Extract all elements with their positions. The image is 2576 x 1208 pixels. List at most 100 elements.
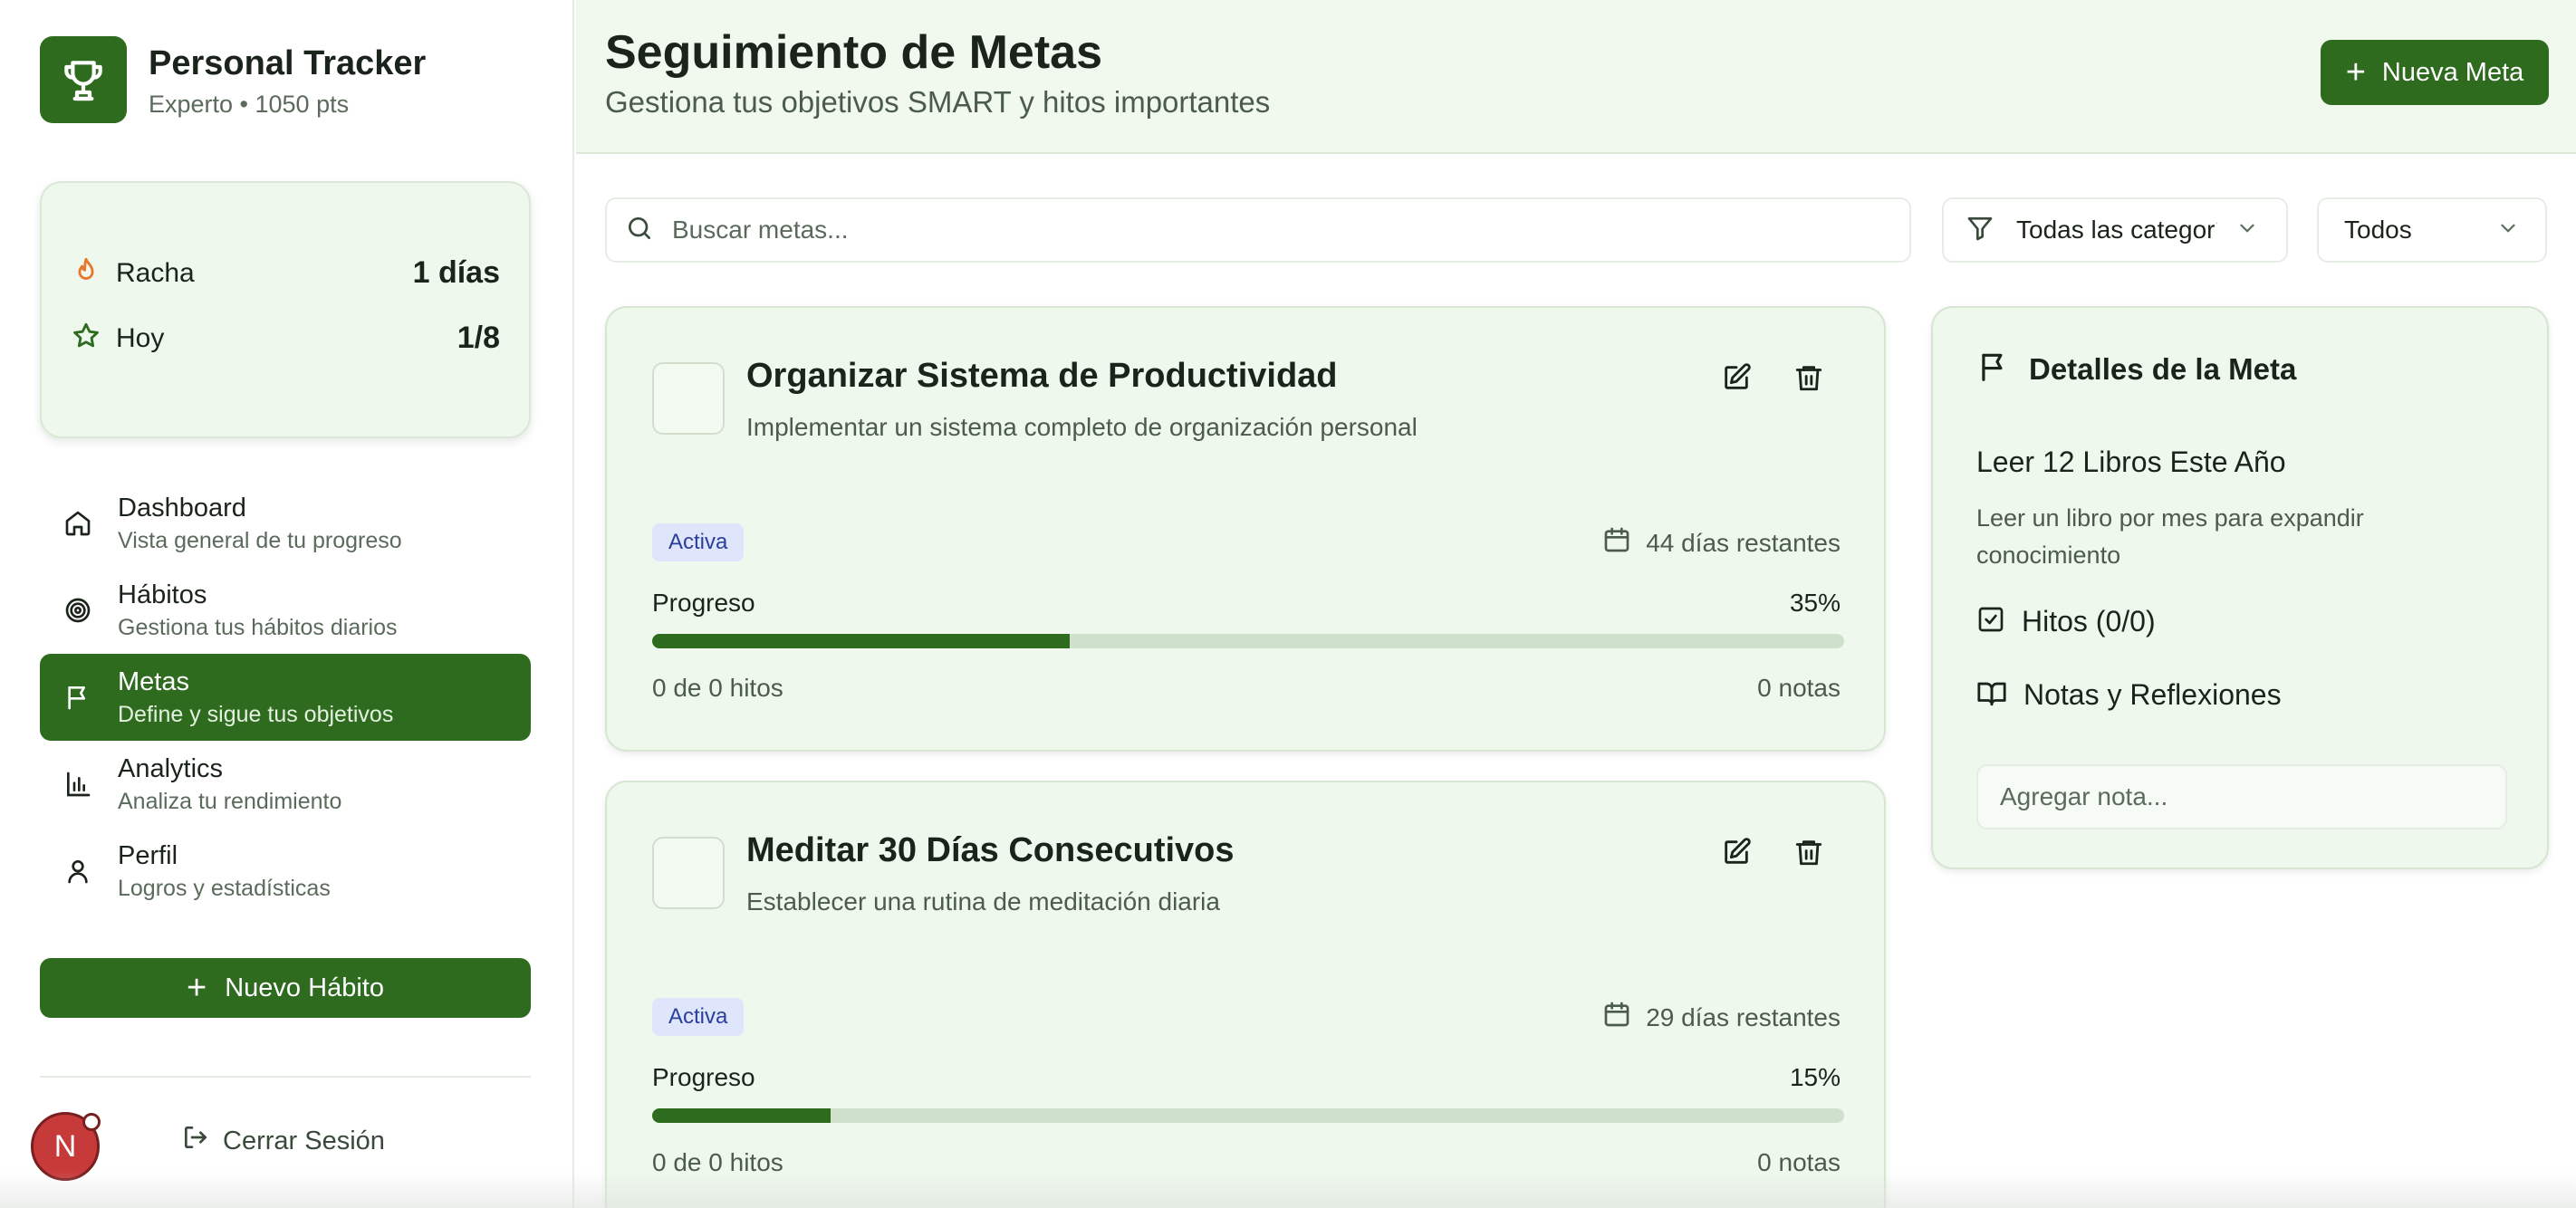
days-left: 29 días restantes: [1646, 1002, 1841, 1031]
target-icon: [60, 592, 96, 628]
edit-icon[interactable]: [1721, 362, 1757, 398]
category-value: Todas las categorías: [2016, 216, 2217, 244]
trash-icon[interactable]: [1793, 362, 1830, 398]
detail-goal-description: Leer un libro por mes para expandir cono…: [1976, 504, 2364, 569]
user-icon: [60, 853, 96, 889]
streak-value: 1 días: [412, 255, 500, 290]
due-date: 44 días restantes: [1602, 525, 1841, 561]
nav-item-goals[interactable]: Metas Define y sigue tus objetivos: [40, 654, 531, 741]
nav-desc: Define y sigue tus objetivos: [118, 702, 394, 727]
nav-desc: Vista general de tu progreso: [118, 528, 402, 553]
status-badge: Activa: [652, 998, 745, 1036]
divider: [40, 1076, 531, 1078]
nav-label: Metas: [118, 667, 189, 696]
avatar[interactable]: N: [31, 1112, 101, 1181]
search-box[interactable]: [605, 197, 1911, 263]
nav-desc: Logros y estadísticas: [118, 876, 331, 901]
progress-fill: [652, 1108, 831, 1123]
milestones-count: 0 de 0 hitos: [652, 1148, 783, 1176]
search-icon: [625, 214, 654, 247]
new-goal-button[interactable]: + Nueva Meta: [2321, 40, 2549, 105]
goal-checkbox[interactable]: [652, 837, 725, 909]
trophy-icon: [40, 36, 127, 123]
notes-label: Notas y Reflexiones: [2023, 678, 2282, 711]
new-habit-label: Nuevo Hábito: [225, 973, 384, 1002]
nav-item-profile[interactable]: Perfil Logros y estadísticas: [40, 828, 531, 915]
progress-bar: [652, 1108, 1844, 1123]
new-habit-button[interactable]: + Nuevo Hábito: [40, 958, 531, 1018]
logout-icon: [181, 1123, 210, 1159]
trash-icon[interactable]: [1793, 837, 1830, 873]
status-dot: [82, 1113, 101, 1131]
milestones-section[interactable]: Hitos (0/0): [1976, 605, 2156, 638]
progress-fill: [652, 634, 1070, 648]
detail-goal-title: Leer 12 Libros Este Año: [1976, 446, 2286, 478]
nav-label: Perfil: [118, 841, 178, 870]
brand: Personal Tracker Experto • 1050 pts: [40, 36, 426, 123]
chevron-down-icon: [2235, 216, 2259, 244]
user-level: Experto • 1050 pts: [149, 90, 350, 118]
milestones-count: 0 de 0 hitos: [652, 674, 783, 702]
calendar-icon: [1602, 525, 1631, 561]
flag-icon: [1976, 350, 2011, 388]
goal-detail-panel: Detalles de la Meta Leer 12 Libros Este …: [1931, 306, 2549, 869]
streak-label: Racha: [116, 257, 195, 288]
notes-count: 0 notas: [1757, 674, 1841, 702]
nav-desc: Analiza tu rendimiento: [118, 789, 342, 814]
today-label: Hoy: [116, 322, 165, 353]
logout-button[interactable]: Cerrar Sesión: [181, 1123, 385, 1159]
bar-chart-icon: [60, 766, 96, 802]
nav-desc: Gestiona tus hábitos diarios: [118, 615, 398, 640]
edit-icon[interactable]: [1721, 837, 1757, 873]
nav-label: Dashboard: [118, 494, 246, 523]
status-select[interactable]: Todos: [2317, 197, 2547, 263]
days-left: 44 días restantes: [1646, 528, 1841, 557]
avatar-initial: N: [53, 1128, 77, 1164]
stats-card: Racha 1 días Hoy 1/8: [40, 181, 531, 438]
goal-description: Establecer una rutina de meditación diar…: [746, 887, 1220, 916]
page-header: Seguimiento de Metas Gestiona tus objeti…: [576, 0, 2576, 154]
calendar-icon: [1602, 1000, 1631, 1035]
nav-label: Analytics: [118, 754, 224, 783]
milestones-label: Hitos (0/0): [2022, 605, 2156, 638]
category-select[interactable]: Todas las categorías: [1942, 197, 2288, 263]
star-icon: [71, 321, 101, 356]
progress-value: 15%: [1789, 1063, 1841, 1091]
goal-checkbox[interactable]: [652, 362, 725, 435]
notes-count: 0 notas: [1757, 1148, 1841, 1176]
progress-label: Progreso: [652, 1063, 755, 1091]
progress-value: 35%: [1789, 589, 1841, 617]
goal-card[interactable]: Organizar Sistema de Productividad Imple…: [605, 306, 1886, 752]
detail-title: Detalles de la Meta: [2029, 351, 2297, 386]
logout-label: Cerrar Sesión: [223, 1126, 385, 1155]
search-input[interactable]: [672, 216, 1850, 244]
add-note-input[interactable]: [1976, 764, 2507, 829]
streak-row: Racha 1 días: [71, 255, 500, 291]
detail-heading: Detalles de la Meta: [1976, 350, 2296, 388]
goal-card[interactable]: Meditar 30 Días Consecutivos Establecer …: [605, 781, 1886, 1208]
app-title: Personal Tracker: [149, 43, 427, 82]
flag-icon: [60, 679, 96, 715]
notes-section[interactable]: Notas y Reflexiones: [1976, 677, 2282, 713]
status-badge: Activa: [652, 523, 745, 561]
goal-title: Organizar Sistema de Productividad: [746, 357, 1338, 395]
status-value: Todos: [2344, 216, 2412, 244]
nav-item-analytics[interactable]: Analytics Analiza tu rendimiento: [40, 741, 531, 828]
sidebar: Personal Tracker Experto • 1050 pts Rach…: [0, 0, 574, 1208]
nav-item-habits[interactable]: Hábitos Gestiona tus hábitos diarios: [40, 567, 531, 654]
home-icon: [60, 505, 96, 542]
plus-icon: +: [187, 969, 207, 1007]
checkbox-icon: [1976, 605, 2005, 638]
progress-bar: [652, 634, 1844, 648]
chevron-down-icon: [2496, 216, 2520, 244]
flame-icon: [71, 255, 101, 291]
goal-description: Implementar un sistema completo de organ…: [746, 413, 1418, 441]
today-value: 1/8: [457, 321, 500, 355]
progress-label: Progreso: [652, 589, 755, 617]
today-row: Hoy 1/8: [71, 321, 500, 356]
book-open-icon: [1976, 677, 2007, 713]
plus-icon: +: [2345, 53, 2366, 91]
nav-item-dashboard[interactable]: Dashboard Vista general de tu progreso: [40, 480, 531, 567]
goal-title: Meditar 30 Días Consecutivos: [746, 831, 1235, 869]
nav-label: Hábitos: [118, 580, 207, 609]
